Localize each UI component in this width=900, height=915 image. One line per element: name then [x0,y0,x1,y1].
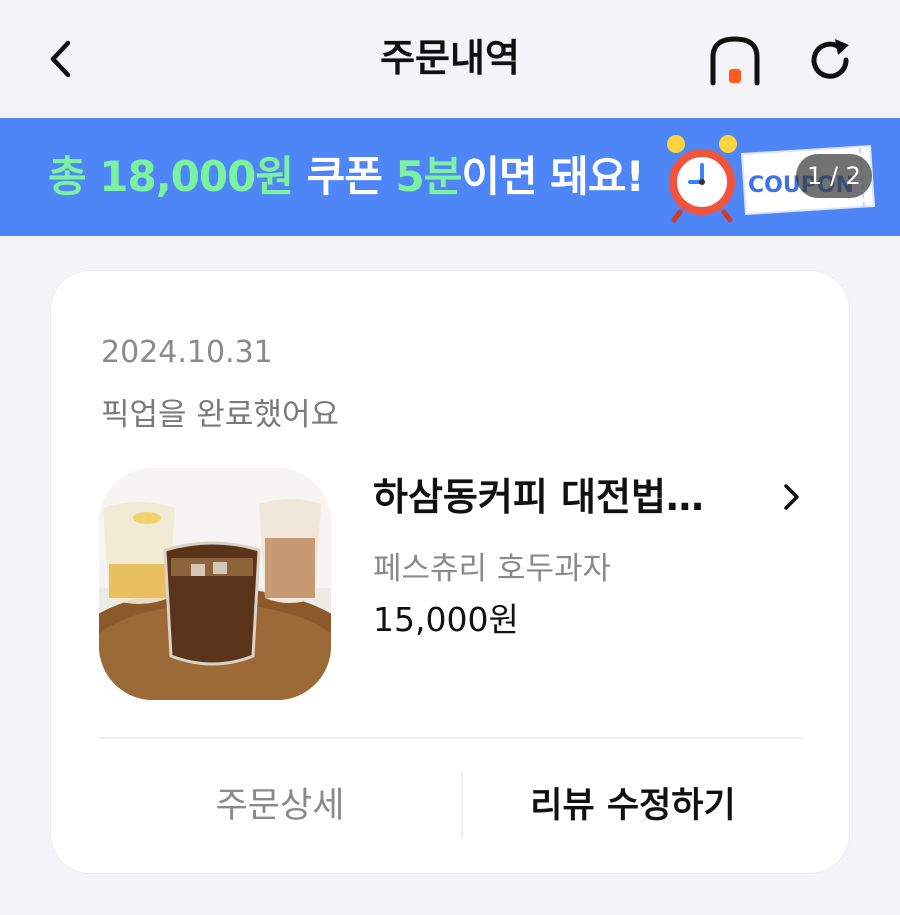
home-icon [710,36,760,86]
banner-headline: 총 18,000원 쿠폰 5분이면 돼요! [48,148,645,206]
order-card: 2024.10.31 픽업을 완료했어요 하삼동커피 대전법… 페스츄리 호두과… [50,270,850,874]
edit-review-button[interactable]: 리뷰 수정하기 [463,771,803,841]
refresh-button[interactable] [800,30,860,90]
refresh-icon [811,39,849,79]
store-name: 하삼동커피 대전법… [373,475,704,519]
menu-name: 페스츄리 호두과자 [373,551,612,587]
chevron-left-icon [50,40,71,78]
order-detail-button[interactable]: 주문상세 [99,771,461,841]
home-button[interactable] [704,30,766,90]
card-divider [99,737,803,739]
back-button[interactable] [36,34,86,84]
chevron-right-icon [773,477,809,517]
order-date: 2024.10.31 [101,335,273,370]
banner-minutes: 5분 [395,152,463,201]
alarm-clock-icon [667,135,737,223]
app-header: 주문내역 [0,0,900,118]
store-link[interactable]: 하삼동커피 대전법… [373,469,813,529]
coupon-banner[interactable]: 총 18,000원 쿠폰 5분이면 돼요! COUPON [0,118,900,236]
banner-amount: 총 18,000원 [48,152,294,201]
product-image [99,468,331,700]
banner-suffix: 이면 돼요! [461,152,644,201]
banner-page-counter: 1 / 2 [796,154,872,198]
order-price: 15,000원 [373,600,519,639]
banner-coupon-word: 쿠폰 [292,152,396,201]
order-status: 픽업을 완료했어요 [101,397,340,433]
